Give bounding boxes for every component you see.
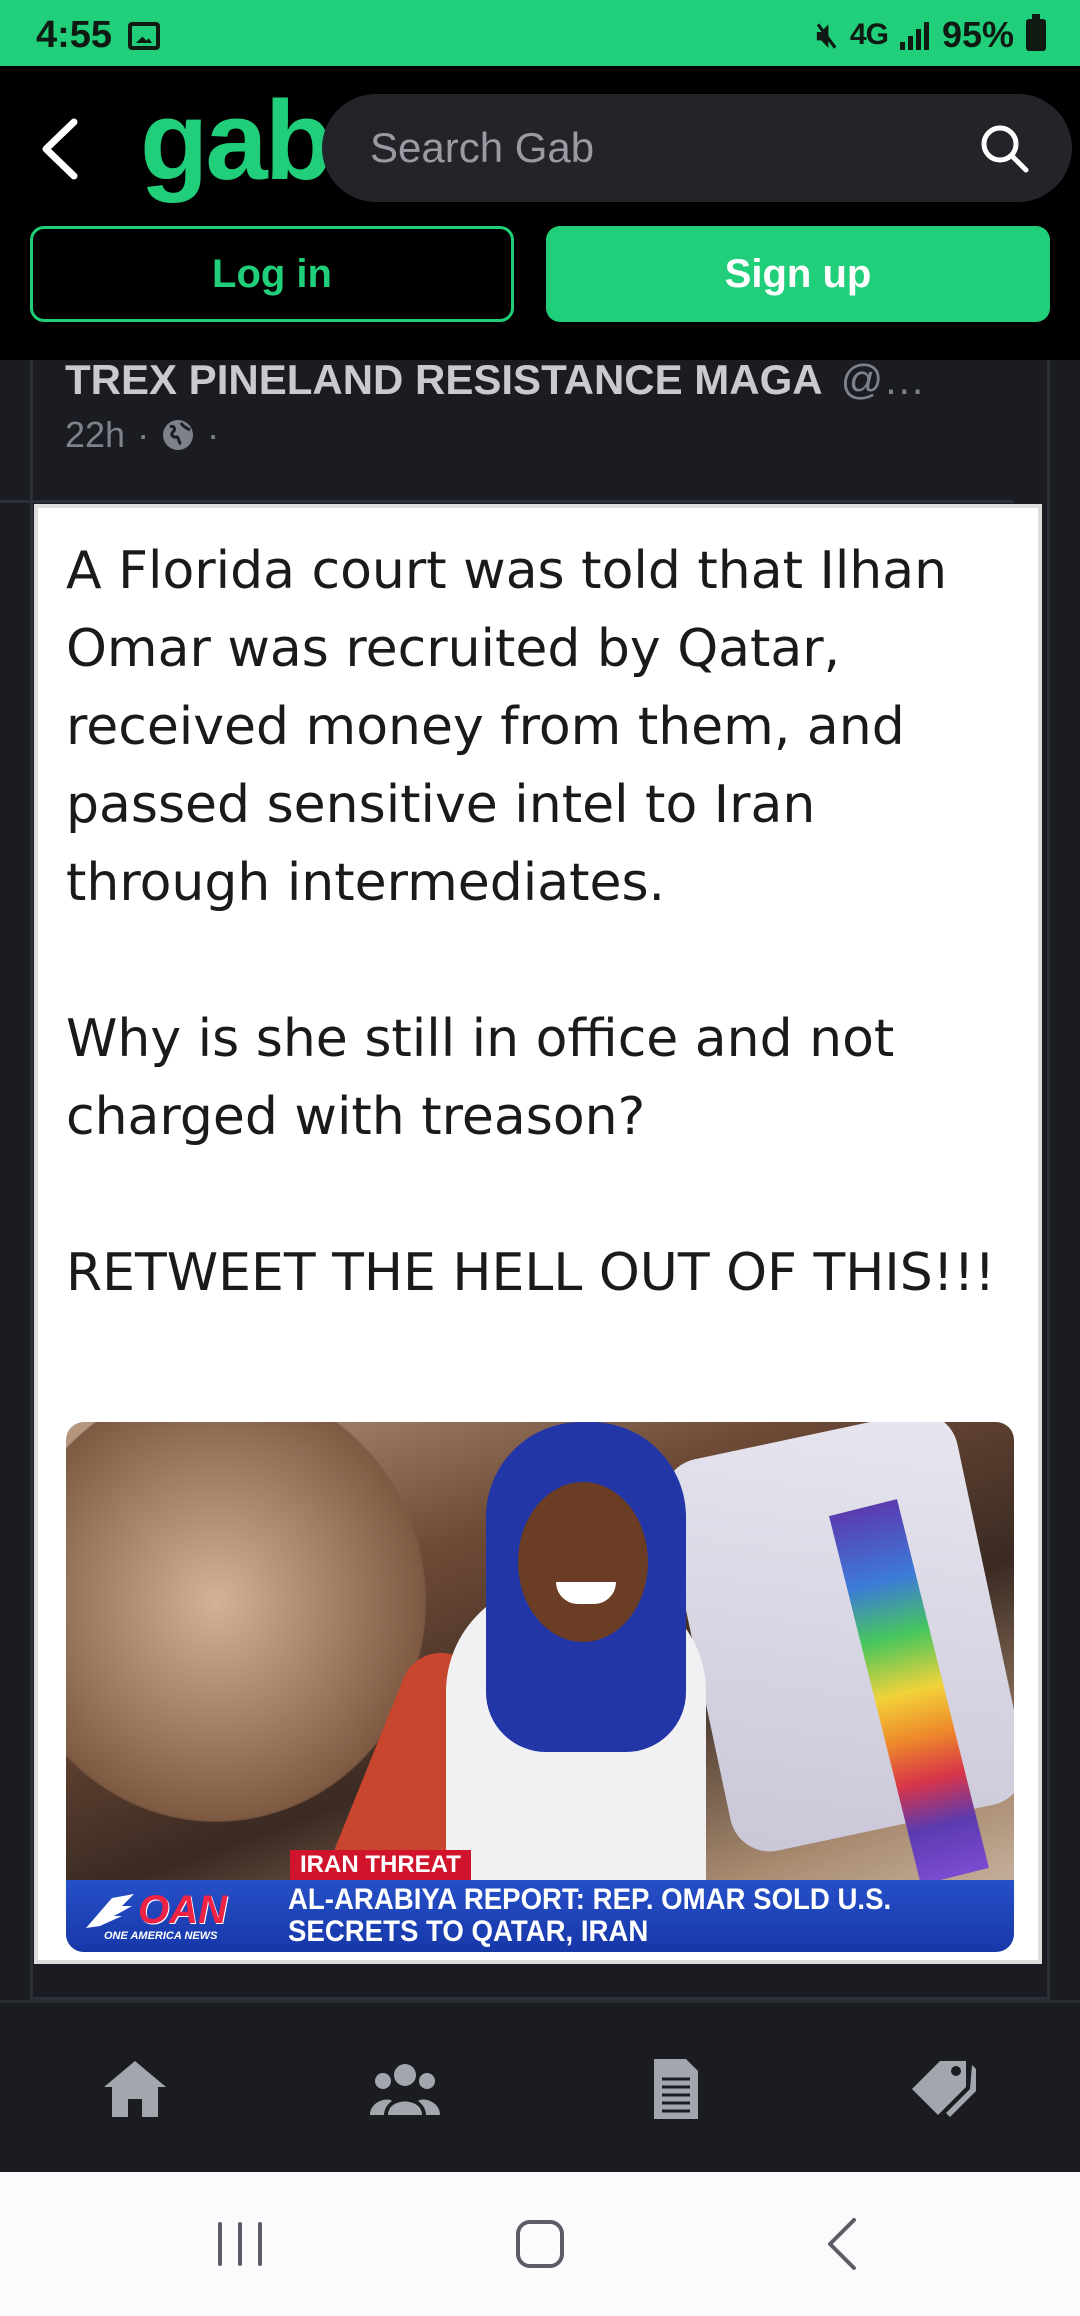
signup-button[interactable]: Sign up	[546, 226, 1050, 322]
meme-text: A Florida court was told that Ilhan Omar…	[66, 541, 996, 1303]
post-meta: 22h · ·	[65, 414, 219, 456]
post-time[interactable]: 22h	[65, 414, 125, 456]
recents-icon[interactable]	[208, 2212, 272, 2276]
news-icon[interactable]	[640, 2057, 710, 2121]
person-face	[518, 1482, 648, 1642]
post-author[interactable]: TREX PINELAND RESISTANCE MAGA @…	[65, 360, 925, 404]
network-type: 4G	[849, 18, 889, 51]
nav-groups[interactable]	[370, 2057, 440, 2121]
tv-headline: AL-ARABIYA REPORT: REP. OMAR SOLD U.S. S…	[288, 1883, 892, 1948]
oan-logo: OAN ONE AMERICA NEWS	[82, 1888, 272, 1948]
battery-percent: 95%	[941, 14, 1014, 55]
tags-icon[interactable]	[910, 2057, 980, 2121]
home-circle-icon[interactable]	[508, 2212, 572, 2276]
nav-tags[interactable]	[910, 2057, 980, 2121]
oan-text: OAN	[138, 1888, 227, 1932]
search-bar[interactable]	[322, 94, 1072, 202]
post-media-image[interactable]: A Florida court was told that Ilhan Omar…	[34, 504, 1042, 1964]
signal-icon	[899, 20, 930, 50]
login-button[interactable]: Log in	[30, 226, 514, 322]
battery-icon	[1026, 14, 1046, 51]
globe-icon	[163, 420, 194, 450]
back-icon[interactable]	[812, 2212, 876, 2276]
gab-logo[interactable]: gab	[140, 76, 333, 205]
tv-tag: IRAN THREAT	[290, 1850, 471, 1880]
status-indicators: 🔇︎ 4G 95%	[816, 14, 1046, 56]
eagle-icon	[86, 1894, 134, 1928]
bottom-navigation	[0, 2000, 1080, 2172]
tv-lower-third: OAN ONE AMERICA NEWS AL-ARABIYA REPORT: …	[66, 1880, 1014, 1952]
groups-icon[interactable]	[370, 2057, 440, 2121]
author-handle[interactable]: @…	[841, 360, 926, 403]
meta-dot: ·	[137, 414, 150, 455]
app-header: gab Log in Sign up	[0, 66, 1080, 360]
search-input[interactable]	[370, 94, 970, 202]
back-arrow-icon[interactable]	[36, 114, 82, 184]
home-icon[interactable]	[100, 2057, 170, 2121]
meta-dot: ·	[207, 414, 220, 455]
author-name[interactable]: TREX PINELAND RESISTANCE MAGA	[65, 360, 823, 403]
status-time: 4:55	[36, 14, 113, 56]
mute-icon: 🔇︎	[816, 15, 838, 54]
search-icon[interactable]	[978, 122, 1030, 174]
divider	[0, 500, 1014, 503]
gallery-notification-icon	[128, 22, 160, 50]
status-bar: 4:55 🔇︎ 4G 95%	[0, 0, 1080, 66]
news-screenshot: IRAN THREAT OAN ONE AMERICA NEWS AL-ARAB…	[66, 1422, 1014, 1952]
nav-home[interactable]	[100, 2057, 170, 2121]
system-navigation-bar	[0, 2172, 1080, 2316]
oan-subtitle: ONE AMERICA NEWS	[104, 1930, 218, 1942]
nav-news[interactable]	[640, 2057, 710, 2121]
